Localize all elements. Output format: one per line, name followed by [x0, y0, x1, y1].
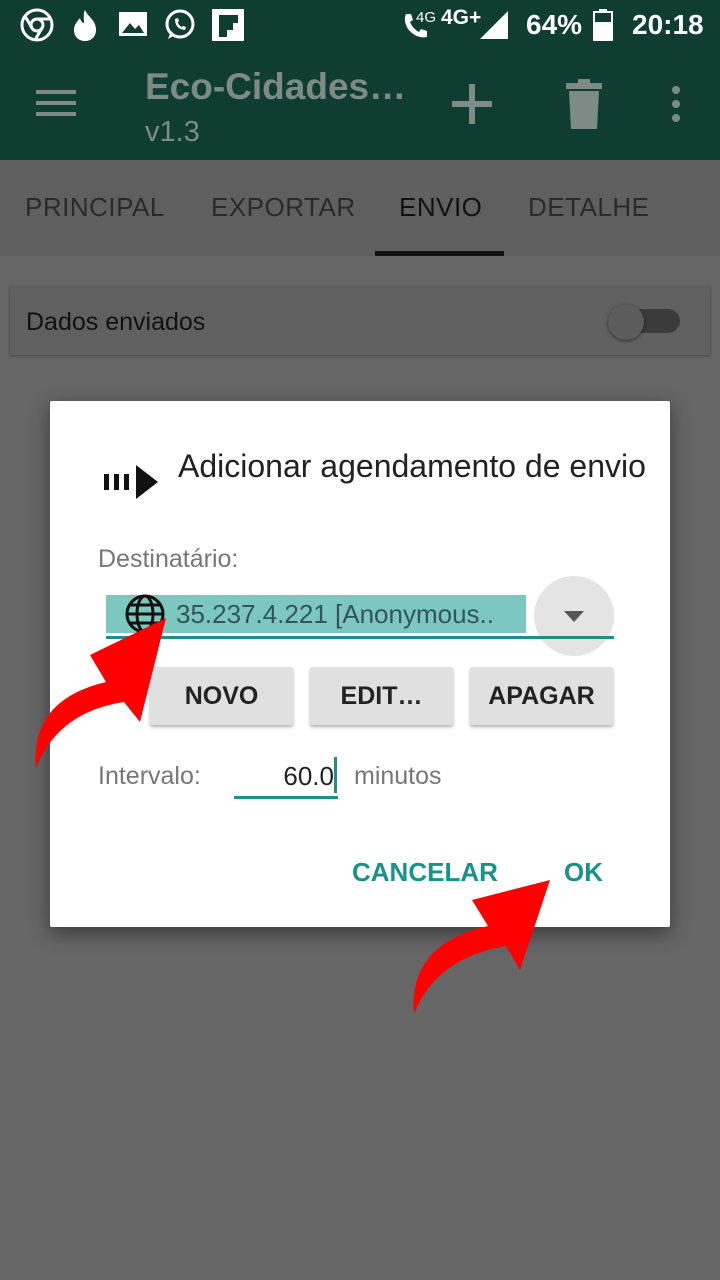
send-schedule-icon — [104, 465, 158, 499]
network-type-label: 4G+ — [441, 6, 482, 29]
tab-principal[interactable]: PRINCIPAL — [25, 192, 165, 223]
network-small-label: 4G — [416, 9, 437, 26]
intervalo-input[interactable]: 60.0 — [234, 757, 338, 799]
dialog-title: Adicionar agendamento de envio — [178, 448, 646, 484]
tab-envio[interactable]: ENVIO — [399, 192, 482, 223]
annotation-arrow-ok — [413, 880, 550, 1014]
whatsapp-icon — [165, 9, 195, 39]
text-cursor — [334, 757, 337, 793]
tab-exportar[interactable]: EXPORTAR — [211, 192, 356, 223]
destinatario-value: 35.237.4.221 [Anonymous.. — [176, 599, 495, 629]
app-bar: Eco-Cidades… v1.3 — [0, 50, 720, 160]
battery-percent: 64% — [526, 9, 583, 40]
ok-button[interactable]: OK — [564, 857, 603, 888]
tab-bar: PRINCIPAL EXPORTAR ENVIO DETALHE — [0, 160, 720, 256]
signal-icon — [480, 11, 508, 39]
dropdown-button[interactable] — [534, 576, 614, 656]
flipboard-icon — [212, 9, 244, 41]
clock: 20:18 — [632, 9, 704, 40]
overflow-menu-icon[interactable] — [670, 86, 682, 122]
annotation-arrow-dropdown — [35, 618, 166, 768]
menu-icon[interactable] — [36, 88, 76, 118]
edit-button[interactable]: EDIT… — [310, 667, 453, 725]
apagar-button[interactable]: APAGAR — [470, 667, 613, 725]
tinder-icon — [74, 10, 96, 41]
image-icon — [119, 12, 147, 36]
destinatario-label: Destinatário: — [98, 545, 239, 573]
toggle-thumb[interactable] — [608, 304, 644, 340]
battery-icon — [593, 9, 613, 41]
dados-enviados-label: Dados enviados — [26, 308, 206, 336]
tab-indicator — [375, 251, 504, 256]
destinatario-underline — [106, 636, 614, 639]
app-version: v1.3 — [145, 116, 200, 148]
dados-enviados-card: Dados enviados — [10, 287, 710, 355]
tab-detalhe[interactable]: DETALHE — [528, 192, 650, 223]
add-icon[interactable] — [452, 84, 492, 124]
app-title: Eco-Cidades… — [145, 66, 407, 107]
delete-icon[interactable] — [566, 79, 602, 129]
status-bar: 4G 4G+ 64% 20:18 — [0, 0, 720, 50]
intervalo-unit: minutos — [354, 762, 442, 790]
dropdown-arrow-icon — [564, 611, 584, 622]
chrome-icon — [20, 8, 54, 42]
